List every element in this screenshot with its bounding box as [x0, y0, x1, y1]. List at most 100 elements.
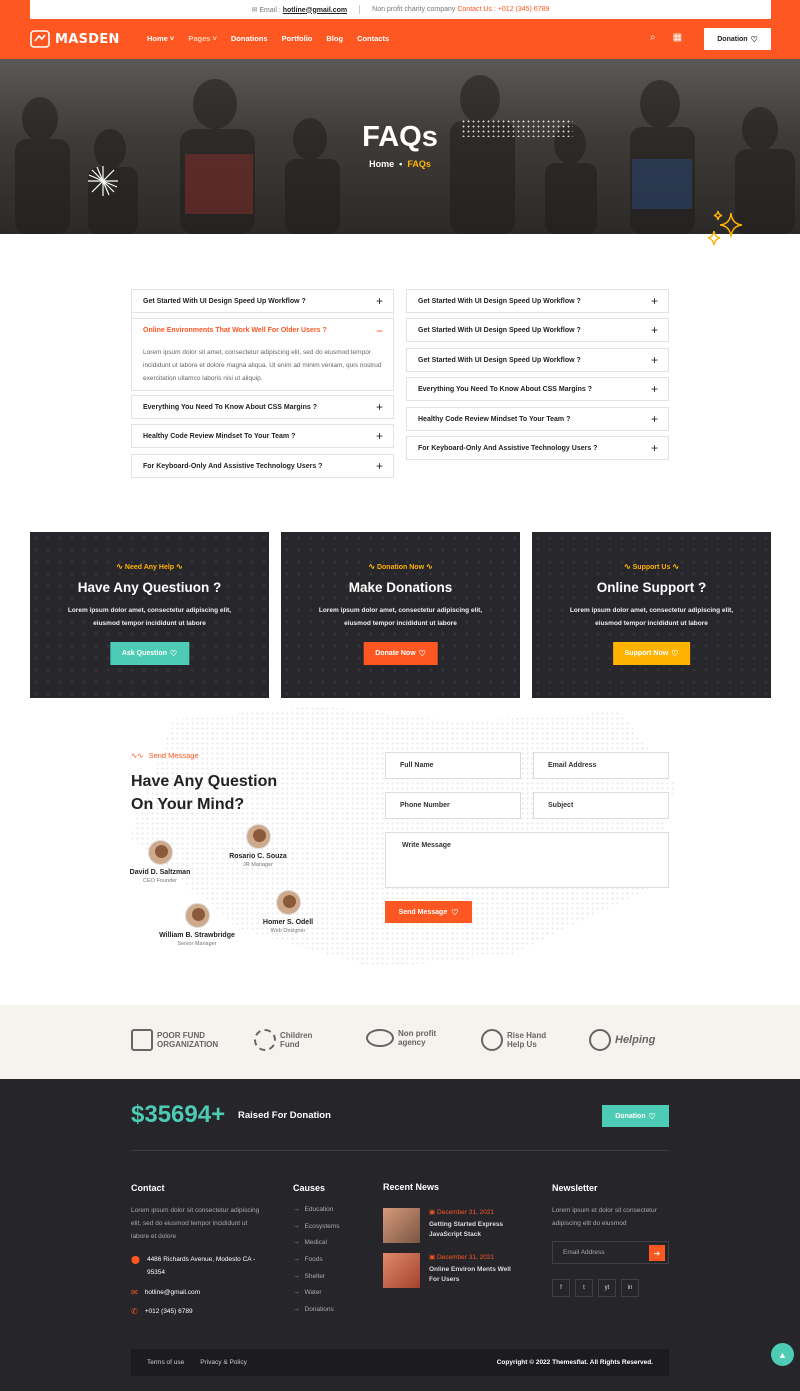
faq-item[interactable]: Healthy Code Review Mindset To Your Team… — [131, 424, 394, 448]
card-subtitle: ∿ Support Us ∿ — [623, 562, 680, 571]
contact-address: ⬤ 4486 Richards Avenue, Modesto CA - 9535… — [131, 1255, 256, 1276]
top-bar: ✉ Email : hotline@gmail.com Non profit c… — [0, 0, 800, 19]
terms-link[interactable]: Terms of use — [147, 1359, 184, 1366]
support-card: ∿ Support Us ∿ Online Support ? Lorem ip… — [532, 532, 771, 698]
cause-link[interactable]: → Water — [293, 1289, 322, 1296]
faq-item[interactable]: Get Started With UI Design Speed Up Work… — [131, 289, 394, 313]
cause-link[interactable]: → Ecosystems — [293, 1223, 340, 1230]
breadcrumb-home[interactable]: Home — [369, 159, 394, 169]
nav-item-portfolio[interactable]: Portfolio — [282, 34, 313, 43]
faq-item[interactable]: Healthy Code Review Mindset To Your Team… — [406, 407, 669, 431]
arrow-right-icon[interactable]: ➔ — [649, 1245, 665, 1261]
donate-now-button[interactable]: Donate Now — [363, 642, 438, 665]
member-role: JR Manager — [243, 862, 273, 868]
heart-icon — [751, 35, 758, 44]
ask-question-button[interactable]: Ask Question — [109, 642, 190, 665]
news-item[interactable]: ▣ December 31, 2021 Getting Started Expre… — [383, 1208, 514, 1243]
card-text: Lorem ipsum dolor amet, consectetur adip… — [569, 607, 734, 627]
brand-logo[interactable]: MASDEN — [30, 29, 120, 49]
news-heading: Recent News — [383, 1182, 440, 1192]
nav-item-home[interactable]: Home ˅ — [147, 34, 174, 43]
plus-icon: + — [650, 382, 658, 396]
contact-phone[interactable]: ✆ +012 (345) 6789 — [131, 1305, 193, 1318]
faq-item[interactable]: Everything You Need To Know About CSS Ma… — [131, 395, 394, 419]
send-message-button[interactable]: Send Message — [385, 901, 472, 923]
faq-item[interactable]: For Keyboard-Only And Assistive Technolo… — [131, 454, 394, 478]
hands-logo-icon — [481, 1029, 503, 1051]
avatar — [245, 824, 271, 849]
partner-logo[interactable]: POOR FUND ORGANIZATION — [131, 1029, 218, 1051]
page-hero: FAQs Home • FAQs — [0, 59, 800, 246]
arrow-right-icon: → — [293, 1239, 300, 1246]
email-field[interactable]: Email Address — [533, 752, 669, 779]
nav-item-pages[interactable]: Pages ˅ — [188, 34, 217, 43]
email-link[interactable]: hotline@gmail.com — [283, 7, 347, 14]
arrow-right-icon: → — [293, 1289, 300, 1296]
faq-item[interactable]: Get Started With UI Design Speed Up Work… — [406, 318, 669, 342]
nav-icons: ⌕ ▦ — [650, 32, 682, 43]
card-subtitle: ∿ Donation Now ∿ — [368, 562, 433, 571]
phone-field[interactable]: Phone Number — [385, 792, 521, 819]
faq-answer: Lorem ipsum dolor sit amet, consectetur … — [131, 313, 394, 391]
contact-phone[interactable]: +012 (345) 6789 — [498, 6, 550, 13]
partner-logo[interactable]: Helping — [589, 1029, 655, 1051]
full-name-field[interactable]: Full Name — [385, 752, 521, 779]
subject-field[interactable]: Subject — [533, 792, 669, 819]
newsletter-email-input[interactable]: Email Address ➔ — [552, 1241, 669, 1264]
faq-item[interactable]: Everything You Need To Know About CSS Ma… — [406, 377, 669, 401]
plus-icon: + — [650, 412, 658, 426]
facebook-icon[interactable]: f — [552, 1279, 570, 1297]
brand-name: MASDEN — [55, 31, 120, 47]
section-subtitle: ∿∿ Send Message — [131, 751, 199, 760]
nav-item-donations[interactable]: Donations — [231, 34, 268, 43]
footer-donation-button[interactable]: Donation — [602, 1105, 669, 1127]
card-title: Make Donations — [348, 580, 453, 595]
plus-icon: + — [650, 441, 658, 455]
plus-icon: + — [650, 323, 658, 337]
privacy-link[interactable]: Privacy & Policy — [200, 1359, 247, 1366]
cause-link[interactable]: → Medical — [293, 1239, 327, 1246]
partner-logo[interactable]: Children Fund — [254, 1029, 312, 1051]
contact-email[interactable]: ✉ hotline@gmail.com — [131, 1286, 200, 1299]
team-member: Rosario C. Souza JR Manager — [213, 824, 303, 868]
cause-link[interactable]: → Education — [293, 1206, 333, 1213]
cause-link[interactable]: → Foods — [293, 1256, 323, 1263]
faq-item[interactable]: Get Started With UI Design Speed Up Work… — [406, 348, 669, 372]
contact-label: Contact Us : — [457, 6, 496, 13]
cause-link[interactable]: → Shelter — [293, 1273, 325, 1280]
company-note: Non profit charity company — [372, 6, 456, 13]
news-item[interactable]: ▣ December 31, 2021 Online Environ Ments … — [383, 1253, 514, 1288]
chevron-down-icon: ˅ — [210, 34, 217, 43]
divider — [359, 5, 361, 14]
nav-item-contacts[interactable]: Contacts — [357, 34, 389, 43]
card-title: Have Any Questiuon ? — [77, 580, 222, 595]
cause-link[interactable]: → Donations — [293, 1306, 334, 1313]
partner-logo[interactable]: Non profit agency — [366, 1029, 436, 1047]
linkedin-icon[interactable]: in — [621, 1279, 639, 1297]
partner-logo[interactable]: Rise Hand Help Us — [481, 1029, 546, 1051]
scroll-to-top-button[interactable]: ▲ — [771, 1343, 794, 1366]
member-name: David D. Saltzman — [129, 869, 191, 876]
team-member: David D. Saltzman CEO Founder — [115, 840, 205, 884]
footer-divider — [131, 1150, 669, 1151]
chevron-down-icon: ˅ — [167, 34, 175, 43]
faq-item[interactable]: Get Started With UI Design Speed Up Work… — [406, 289, 669, 313]
lotus-logo-icon — [589, 1029, 611, 1051]
message-textarea[interactable]: Write Message — [385, 832, 669, 888]
search-icon[interactable]: ⌕ — [650, 32, 656, 43]
support-now-button[interactable]: Support Now — [612, 642, 691, 665]
heart-icon — [170, 649, 177, 658]
avatar — [184, 903, 210, 928]
grid-menu-icon[interactable]: ▦ — [673, 32, 682, 43]
arrow-right-icon: → — [293, 1223, 300, 1230]
news-date: ▣ December 31, 2021 — [429, 1209, 495, 1216]
nav-item-blog[interactable]: Blog — [326, 34, 343, 43]
youtube-icon[interactable]: yt — [598, 1279, 616, 1297]
contact-heading: Contact — [131, 1183, 165, 1193]
twitter-icon[interactable]: t — [575, 1279, 593, 1297]
page-title: FAQs — [362, 121, 438, 153]
section-title: Have Any Question On Your Mind? — [131, 773, 278, 813]
card-text: Lorem ipsum dolor amet, consectetur adip… — [318, 607, 483, 627]
donation-button[interactable]: Donation — [704, 28, 771, 50]
faq-item[interactable]: For Keyboard-Only And Assistive Technolo… — [406, 436, 669, 460]
